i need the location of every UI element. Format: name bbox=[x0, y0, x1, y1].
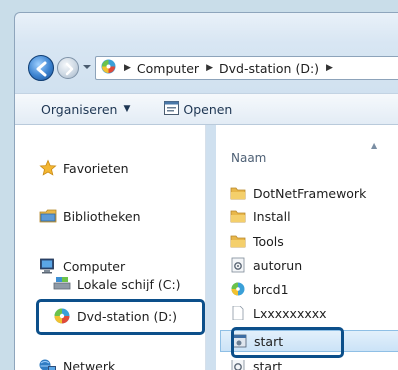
column-header-name[interactable]: Naam bbox=[231, 151, 266, 165]
folder-icon bbox=[230, 233, 246, 249]
open-label: Openen bbox=[183, 101, 233, 117]
address-bar[interactable]: ▶ Computer ▶ Dvd-station (D:) ▶ bbox=[95, 56, 398, 80]
organize-button[interactable]: Organiseren ▼ bbox=[35, 96, 136, 122]
document-icon bbox=[230, 306, 246, 320]
file-item-brcd1[interactable]: brcd1 bbox=[230, 281, 289, 297]
chevron-down-icon bbox=[83, 65, 91, 69]
file-item-install[interactable]: Install bbox=[230, 208, 291, 224]
back-button[interactable] bbox=[28, 55, 54, 81]
sort-ascending-icon: ▲ bbox=[371, 141, 378, 150]
file-item-start-config[interactable]: start bbox=[230, 360, 282, 370]
file-name: Tools bbox=[253, 233, 284, 249]
command-bar: Organiseren ▼ Openen bbox=[15, 93, 398, 125]
breadcrumb-separator-icon[interactable]: ▶ bbox=[206, 63, 213, 73]
breadcrumb-dvd-station[interactable]: Dvd-station (D:) bbox=[219, 61, 319, 76]
network-icon bbox=[39, 357, 57, 370]
settings-file-icon bbox=[230, 257, 246, 273]
dvd-drive-address-icon bbox=[100, 58, 117, 78]
file-item-partial[interactable]: Lxxxxxxxxx bbox=[230, 306, 327, 320]
file-list-pane: ▲ Naam DotNetFramework Install Tools aut… bbox=[216, 125, 398, 370]
breadcrumb-computer[interactable]: Computer bbox=[137, 61, 199, 76]
breadcrumb-separator-icon[interactable]: ▶ bbox=[124, 63, 131, 73]
file-name: Install bbox=[253, 208, 291, 224]
nav-item-libraries[interactable]: Bibliotheken bbox=[39, 207, 141, 225]
chevron-down-icon: ▼ bbox=[123, 104, 131, 114]
folder-icon bbox=[230, 208, 246, 224]
nav-item-network[interactable]: Netwerk bbox=[39, 357, 115, 370]
file-name: start bbox=[253, 360, 283, 370]
local-disk-icon bbox=[53, 277, 71, 291]
explorer-window: ▶ Computer ▶ Dvd-station (D:) ▶ Organise… bbox=[14, 12, 398, 370]
nav-item-computer[interactable]: Computer bbox=[39, 257, 125, 275]
nav-item-label: Favorieten bbox=[63, 160, 129, 176]
nav-item-label: Lokale schijf (C:) bbox=[77, 277, 181, 291]
open-button[interactable]: Openen bbox=[158, 96, 238, 122]
navigation-pane: Favorieten Bibliotheken Computer Lokale … bbox=[15, 125, 206, 370]
nav-item-label: Netwerk bbox=[63, 358, 116, 370]
star-icon bbox=[39, 159, 57, 177]
setup-icon bbox=[230, 281, 246, 297]
nav-item-label: Bibliotheken bbox=[63, 208, 141, 224]
file-item-tools[interactable]: Tools bbox=[230, 233, 284, 249]
arrow-right-icon bbox=[65, 62, 74, 76]
file-name: DotNetFramework bbox=[253, 185, 367, 201]
organize-label: Organiseren bbox=[41, 101, 118, 117]
forward-button[interactable] bbox=[57, 57, 79, 79]
file-name: brcd1 bbox=[253, 281, 289, 297]
nav-item-local-disk[interactable]: Lokale schijf (C:) bbox=[53, 277, 181, 291]
start-file-highlight bbox=[231, 327, 344, 358]
file-name: Lxxxxxxxxx bbox=[253, 306, 327, 320]
arrow-left-icon bbox=[36, 61, 47, 77]
open-window-icon bbox=[164, 100, 180, 118]
navigation-bar: ▶ Computer ▶ Dvd-station (D:) ▶ bbox=[15, 53, 398, 83]
file-name: autorun bbox=[253, 257, 303, 273]
settings-file-icon bbox=[230, 360, 246, 370]
computer-icon bbox=[39, 257, 57, 275]
file-item-autorun[interactable]: autorun bbox=[230, 257, 302, 273]
nav-item-label: Computer bbox=[63, 258, 126, 274]
nav-item-favorites[interactable]: Favorieten bbox=[39, 159, 129, 177]
breadcrumb-separator-icon[interactable]: ▶ bbox=[326, 63, 333, 73]
folder-icon bbox=[230, 185, 246, 201]
dvd-station-highlight bbox=[36, 299, 205, 335]
recent-locations-dropdown[interactable] bbox=[82, 61, 92, 73]
file-item-dotnetframework[interactable]: DotNetFramework bbox=[230, 185, 366, 201]
library-icon bbox=[39, 207, 57, 225]
